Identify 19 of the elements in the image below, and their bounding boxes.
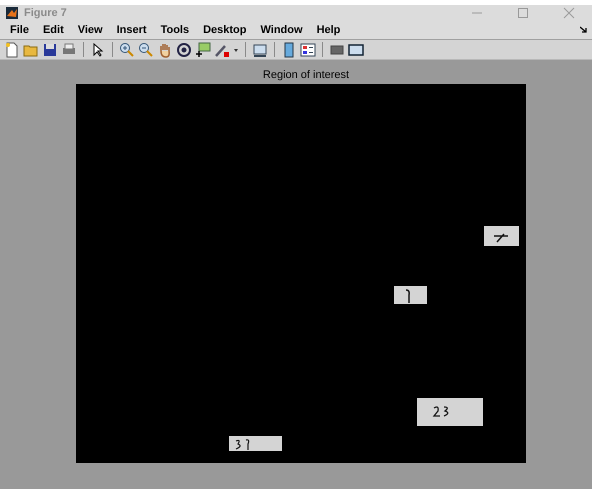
zoom-out-icon[interactable] — [138, 42, 154, 58]
dock-arrow-icon[interactable] — [580, 26, 588, 34]
menu-item[interactable]: Insert — [110, 24, 155, 36]
menu-item[interactable]: Window — [254, 24, 311, 36]
menu-item[interactable]: Help — [310, 24, 348, 36]
app-icon — [6, 7, 18, 19]
axes-title: Region of interest — [262, 69, 350, 83]
menu-item[interactable]: View — [72, 24, 111, 36]
legend-icon[interactable] — [300, 42, 316, 58]
new-file-icon[interactable] — [4, 42, 20, 58]
data-cursor-icon[interactable] — [195, 42, 211, 58]
save-icon[interactable] — [42, 42, 58, 58]
menu-item[interactable]: Desktop — [197, 24, 254, 36]
zoom-in-icon[interactable] — [119, 42, 135, 58]
window-title: Figure 7 — [24, 7, 67, 19]
menu-item[interactable]: Edit — [36, 24, 72, 36]
show-tools-icon[interactable] — [348, 42, 364, 58]
menu-item[interactable]: Tools — [154, 24, 198, 36]
menu-item[interactable]: File — [4, 24, 37, 36]
